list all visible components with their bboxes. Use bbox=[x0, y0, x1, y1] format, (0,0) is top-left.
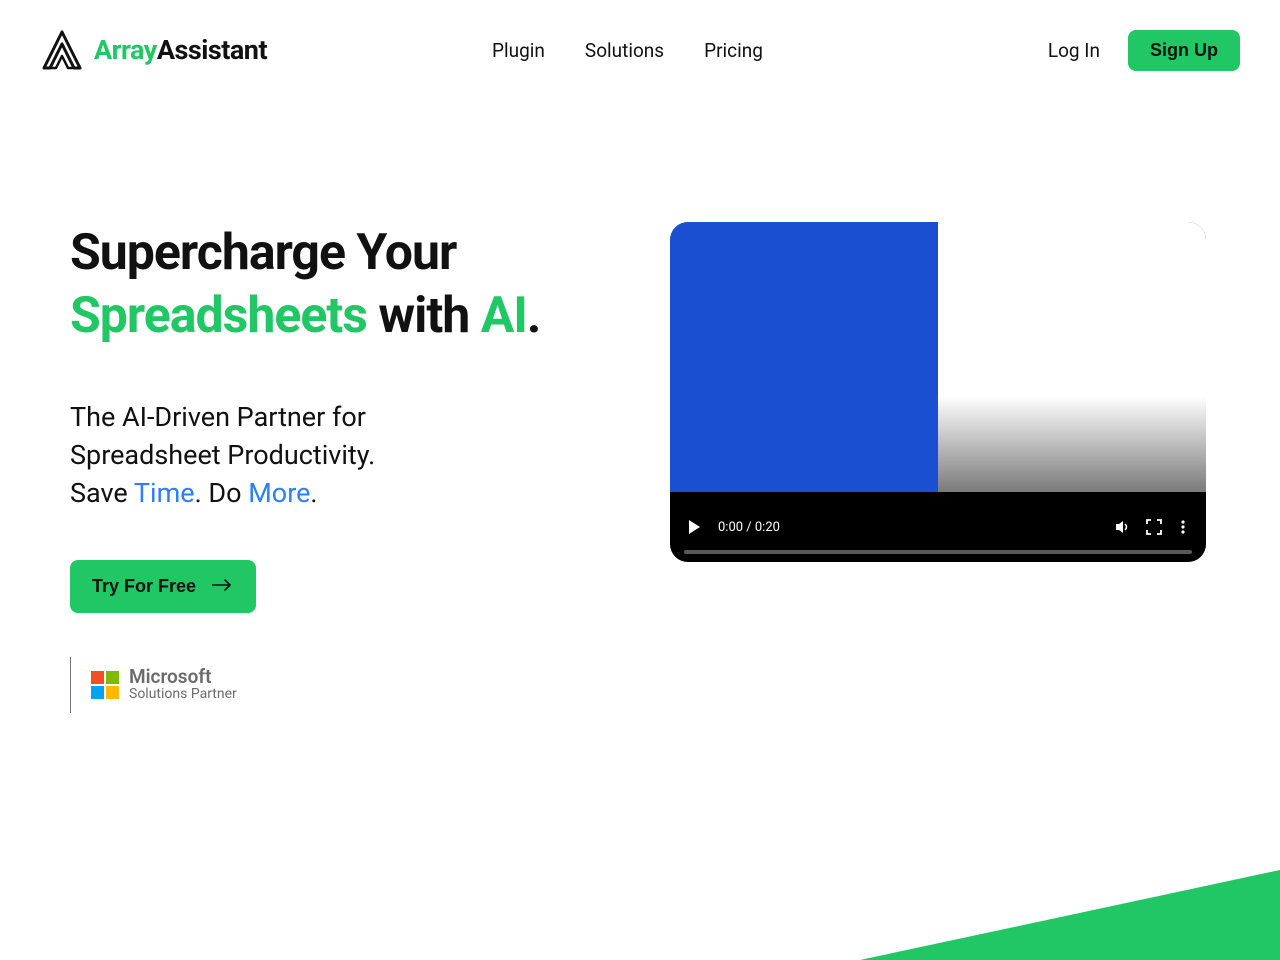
microsoft-logo-icon bbox=[91, 671, 119, 699]
brand-second: Assistant bbox=[157, 34, 267, 66]
sub-line1: The AI-Driven Partner for Spreadsheet Pr… bbox=[70, 401, 375, 471]
partner-line1: Microsoft bbox=[129, 667, 237, 686]
video-time: 0:00 / 0:20 bbox=[718, 520, 780, 535]
headline-ai: AI bbox=[481, 287, 527, 345]
nav-solutions[interactable]: Solutions bbox=[585, 39, 664, 62]
fullscreen-icon[interactable] bbox=[1146, 519, 1162, 535]
volume-icon[interactable] bbox=[1114, 518, 1132, 536]
primary-nav: Plugin Solutions Pricing bbox=[492, 39, 763, 62]
cta-label: Try For Free bbox=[92, 576, 196, 597]
sub-save: Save bbox=[70, 477, 134, 509]
brand[interactable]: ArrayAssistant bbox=[40, 28, 267, 72]
video-placeholder bbox=[670, 222, 938, 516]
video-progress[interactable] bbox=[684, 550, 1192, 554]
brand-text: ArrayAssistant bbox=[94, 34, 267, 66]
login-link[interactable]: Log In bbox=[1048, 39, 1100, 62]
try-free-button[interactable]: Try For Free bbox=[70, 560, 256, 613]
logo-icon bbox=[40, 28, 84, 72]
partner-line2: Solutions Partner bbox=[129, 686, 237, 703]
nav-plugin[interactable]: Plugin bbox=[492, 39, 545, 62]
partner-badge: Microsoft Solutions Partner bbox=[70, 657, 630, 713]
sub-more: More bbox=[248, 477, 310, 509]
headline-spreadsheets: Spreadsheets bbox=[70, 287, 367, 345]
signup-button[interactable]: Sign Up bbox=[1128, 30, 1240, 71]
video-player[interactable]: 0:00 / 0:20 bbox=[670, 222, 1206, 562]
sub-do: . Do bbox=[195, 477, 249, 509]
site-header: ArrayAssistant Plugin Solutions Pricing … bbox=[0, 0, 1280, 72]
headline-line1: Supercharge Your bbox=[70, 224, 456, 282]
video-controls: 0:00 / 0:20 bbox=[670, 492, 1206, 562]
headline-period: . bbox=[527, 287, 541, 345]
sub-time: Time bbox=[134, 477, 195, 509]
arrow-right-icon bbox=[212, 576, 234, 597]
hero-subhead: The AI-Driven Partner for Spreadsheet Pr… bbox=[70, 399, 490, 512]
play-icon[interactable] bbox=[686, 519, 702, 535]
partner-text: Microsoft Solutions Partner bbox=[129, 667, 237, 703]
hero-section: Supercharge Your Spreadsheets with AI. T… bbox=[0, 72, 1280, 713]
brand-first: Array bbox=[94, 34, 157, 66]
hero-copy: Supercharge Your Spreadsheets with AI. T… bbox=[70, 222, 630, 713]
headline-with: with bbox=[367, 287, 481, 345]
more-vert-icon[interactable] bbox=[1176, 519, 1190, 535]
auth-actions: Log In Sign Up bbox=[1048, 30, 1240, 71]
nav-pricing[interactable]: Pricing bbox=[704, 39, 763, 62]
hero-headline: Supercharge Your Spreadsheets with AI. bbox=[70, 222, 630, 347]
sub-period: . bbox=[310, 477, 317, 509]
decorative-triangle bbox=[860, 870, 1280, 960]
hero-media: 0:00 / 0:20 bbox=[670, 222, 1224, 713]
